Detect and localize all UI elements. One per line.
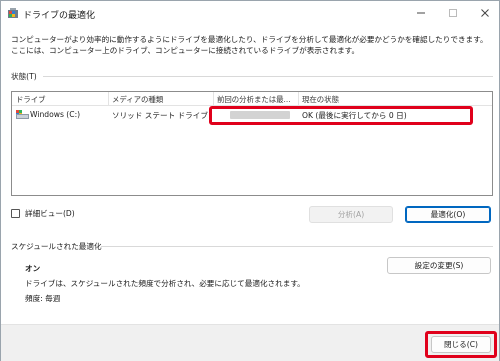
optimize-drives-window: ドライブの最適化 コンピューターがより効率的に動作するようにドライブを最適化した… <box>0 0 500 361</box>
optimize-button-label: 最適化(O) <box>430 210 466 219</box>
schedule-frequency: 頻度: 毎週 <box>25 294 61 303</box>
change-settings-button[interactable]: 設定の変更(S) <box>387 257 491 274</box>
detail-view-label[interactable]: 詳細ビュー(D) <box>25 208 75 219</box>
title-bar: ドライブの最適化 <box>1 1 499 25</box>
status-section-label: 状態(T) <box>11 72 37 81</box>
schedule-description: ドライブは、スケジュールされた頻度で分析され、必要に応じて最適化されます。 <box>25 279 305 288</box>
column-separator <box>213 92 214 106</box>
schedule-section-label: スケジュールされた最適化 <box>11 242 102 251</box>
defrag-app-icon <box>8 8 18 18</box>
maximize-button[interactable] <box>439 3 467 23</box>
window-title: ドライブの最適化 <box>23 11 96 21</box>
column-header-drive[interactable]: ドライブ <box>16 94 46 105</box>
maximize-icon <box>449 9 457 17</box>
minimize-button[interactable] <box>407 3 435 23</box>
schedule-state: オン <box>25 264 41 273</box>
close-icon <box>481 9 489 17</box>
column-header-current-status[interactable]: 現在の状態 <box>302 94 339 105</box>
column-separator <box>108 92 109 106</box>
analyze-button-label: 分析(A) <box>337 210 365 219</box>
detail-view-checkbox[interactable] <box>11 209 20 218</box>
drive-list-header: ドライブ メディアの種類 前回の分析または最... 現在の状態 <box>12 92 492 106</box>
analyze-button[interactable]: 分析(A) <box>309 206 393 223</box>
schedule-divider <box>101 246 493 247</box>
window-description: コンピューターがより効率的に動作するようにドライブを最適化したり、ドライブを分析… <box>11 35 488 55</box>
change-settings-label: 設定の変更(S) <box>414 261 464 270</box>
close-window-button[interactable] <box>471 3 499 23</box>
optimize-button[interactable]: 最適化(O) <box>405 206 491 223</box>
media-type: ソリッド ステート ドライブ <box>112 111 208 120</box>
column-header-last-run[interactable]: 前回の分析または最... <box>217 94 291 105</box>
column-header-media-type[interactable]: メディアの種類 <box>112 94 163 105</box>
status-highlight <box>209 106 473 125</box>
close-highlight <box>425 331 497 358</box>
status-divider <box>43 76 493 77</box>
drive-name: Windows (C:) <box>30 110 81 119</box>
drive-icon <box>16 110 29 119</box>
column-separator <box>298 92 299 106</box>
minimize-icon <box>417 12 425 14</box>
